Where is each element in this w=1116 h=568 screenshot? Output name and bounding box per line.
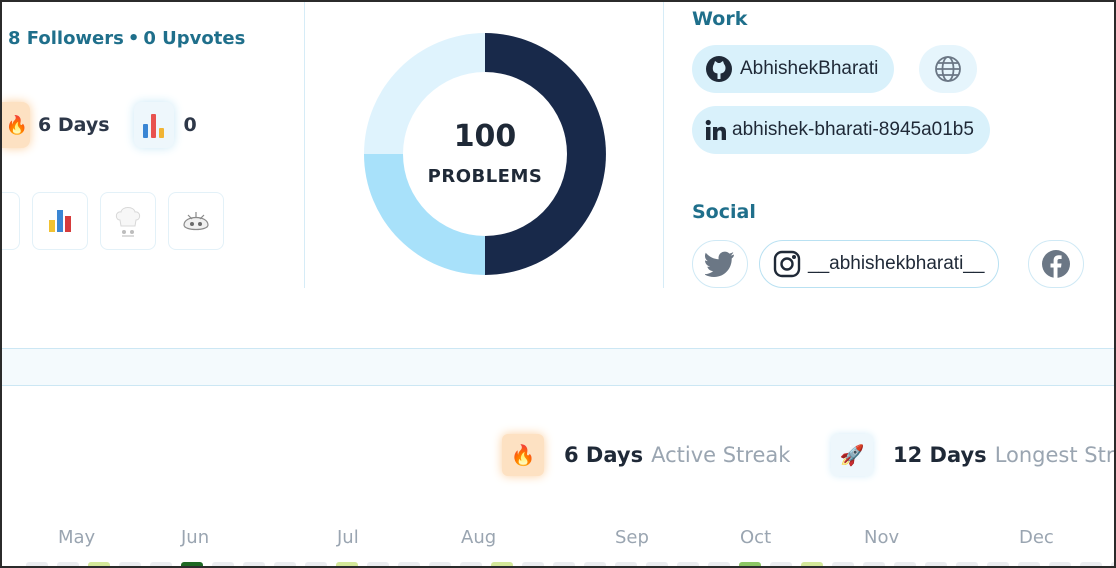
calendar-cell[interactable] (863, 562, 885, 566)
linkedin-icon (704, 115, 728, 145)
calendar-cell[interactable] (1080, 562, 1102, 566)
calendar-cell[interactable] (708, 562, 730, 566)
github-link[interactable]: AbhishekBharati (692, 45, 895, 93)
badge-mascot[interactable] (168, 192, 224, 250)
mascot-icon (183, 212, 209, 231)
calendar-cell[interactable] (1111, 562, 1114, 566)
fire-icon: 🔥 (502, 434, 544, 476)
section-band (2, 348, 1114, 386)
calendar-cell[interactable] (1018, 562, 1040, 566)
calendar-cell[interactable] (26, 562, 48, 566)
followers-count[interactable]: 8 Followers (8, 28, 124, 49)
calendar-cell[interactable] (615, 562, 637, 566)
month-label: Jul (337, 527, 359, 548)
calendar-cell[interactable] (305, 562, 327, 566)
instagram-icon (772, 249, 802, 279)
calendar-cell[interactable] (801, 562, 823, 566)
month-label: Nov (864, 527, 900, 548)
calendar-cell[interactable] (1049, 562, 1071, 566)
linkedin-username: abhishek-bharati-8945a01b5 (732, 119, 974, 140)
globe-icon (935, 56, 961, 82)
calendar-cell[interactable] (88, 562, 110, 566)
calendar-cell[interactable] (584, 562, 606, 566)
profile-frame: 8 Followers • 0 Upvotes 🔥 6 Days 0 100 P… (0, 0, 1116, 568)
month-label: Oct (740, 527, 772, 548)
divider-right (663, 2, 664, 288)
github-username: AbhishekBharati (740, 58, 879, 79)
longest-streak: 🚀 12 Days Longest Stre (831, 434, 1116, 476)
calendar-cell[interactable] (553, 562, 575, 566)
instagram-link[interactable]: __abhishekbharati__ (759, 240, 1000, 288)
active-streak-label: Active Streak (651, 443, 791, 467)
calendar-cell[interactable] (739, 562, 761, 566)
badge-bars[interactable] (32, 192, 88, 250)
social-title: Social (692, 201, 756, 223)
twitter-icon (705, 251, 734, 277)
calendar-cell[interactable] (646, 562, 668, 566)
facebook-button[interactable] (1028, 240, 1084, 288)
longest-streak-label: Longest Stre (994, 443, 1116, 467)
calendar-cell[interactable] (491, 562, 513, 566)
problems-label: PROBLEMS (427, 166, 543, 187)
calendar-cell[interactable] (925, 562, 947, 566)
month-label: Sep (615, 527, 649, 548)
problems-count: 100 (453, 119, 517, 154)
month-label: Dec (1019, 527, 1054, 548)
facebook-icon (1042, 250, 1070, 278)
calendar-cell[interactable] (398, 562, 420, 566)
donut-ring (364, 33, 606, 275)
instagram-username: __abhishekbharati__ (808, 253, 985, 274)
rank-value: 0 (183, 114, 197, 136)
rank-chart-icon (133, 102, 174, 148)
website-button[interactable] (919, 45, 977, 93)
calendar-cell[interactable] (770, 562, 792, 566)
streak-days: 6 Days (38, 114, 110, 136)
calendar-cell[interactable] (987, 562, 1009, 566)
calendar-cell[interactable] (522, 562, 544, 566)
calendar-cell[interactable] (243, 562, 265, 566)
calendar-cell[interactable] (57, 562, 79, 566)
github-icon (704, 54, 734, 84)
separator: • (127, 28, 140, 49)
calendar-cell[interactable] (367, 562, 389, 566)
longest-streak-value: 12 Days (893, 443, 987, 467)
month-label: May (58, 527, 96, 548)
calendar-cell[interactable] (336, 562, 358, 566)
month-label: Aug (461, 527, 497, 548)
divider-left (304, 2, 305, 288)
calendar-cell[interactable] (181, 562, 203, 566)
calendar-cell[interactable] (150, 562, 172, 566)
calendar-cell[interactable] (894, 562, 916, 566)
chef-hat-icon (115, 207, 141, 237)
streak-row: 🔥 6 Days 0 (2, 102, 197, 148)
calendar-cell[interactable] (429, 562, 451, 566)
twitter-button[interactable] (692, 240, 748, 288)
calendar-cell[interactable] (956, 562, 978, 566)
problems-donut: 100 PROBLEMS (364, 33, 606, 275)
badge-chef[interactable] (100, 192, 156, 250)
followers-upvotes: 8 Followers • 0 Upvotes (8, 28, 245, 49)
badge-partial[interactable] (2, 192, 20, 250)
calendar-cell[interactable] (274, 562, 296, 566)
active-streak-value: 6 Days (564, 443, 644, 467)
calendar-cell[interactable] (677, 562, 699, 566)
calendar-cell[interactable] (212, 562, 234, 566)
calendar-cell[interactable] (460, 562, 482, 566)
bar-chart-icon (49, 210, 71, 232)
linkedin-link[interactable]: abhishek-bharati-8945a01b5 (692, 106, 990, 154)
rocket-icon: 🚀 (831, 434, 873, 476)
fire-icon: 🔥 (2, 102, 30, 148)
month-label: Jun (181, 527, 210, 548)
calendar-cell[interactable] (832, 562, 854, 566)
calendar-cell[interactable] (119, 562, 141, 566)
work-title: Work (692, 8, 748, 30)
upvotes-count: 0 Upvotes (143, 28, 246, 49)
active-streak: 🔥 6 Days Active Streak (502, 434, 790, 476)
